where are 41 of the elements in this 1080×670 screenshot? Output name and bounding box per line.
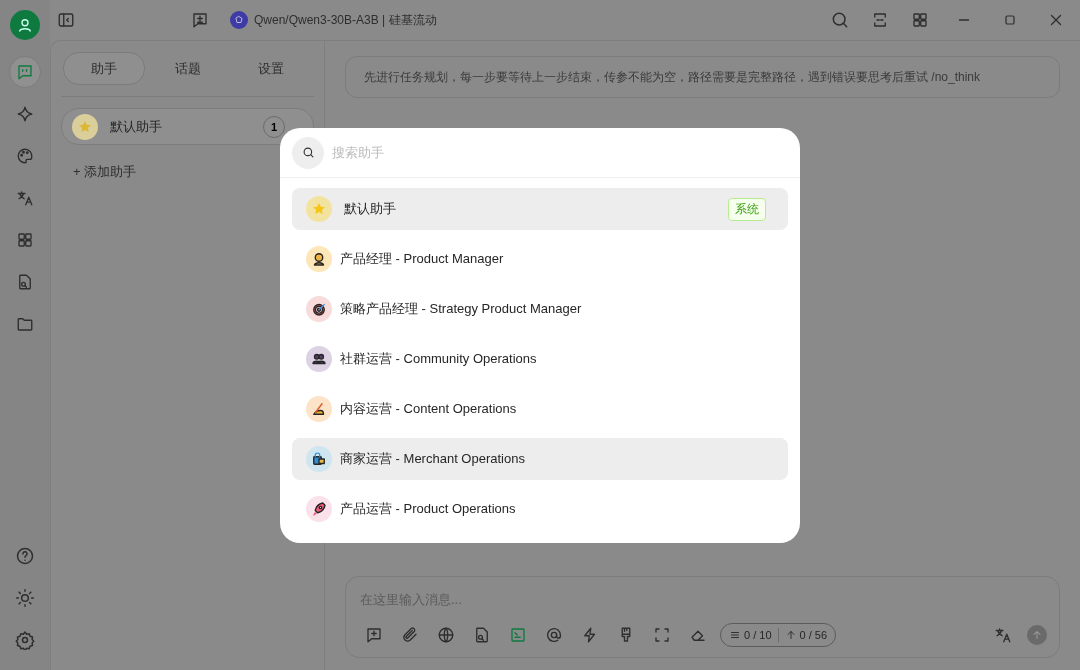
person-icon — [306, 246, 332, 272]
model-logo-icon — [230, 11, 248, 29]
translate-icon — [16, 189, 34, 207]
assistant-option[interactable]: 商家运营 - Merchant Operations — [292, 438, 788, 480]
chat-bubble-icon — [16, 63, 34, 81]
system-tag: 系统 — [728, 197, 766, 221]
grid-icon — [16, 231, 34, 249]
assistant-option[interactable]: 产品运营 - Product Operations — [292, 488, 788, 530]
target-icon — [306, 296, 332, 322]
help-icon[interactable] — [15, 546, 35, 566]
token-count: 0 / 56 — [799, 629, 828, 641]
pencil-icon — [306, 396, 332, 422]
sun-icon[interactable] — [15, 588, 35, 608]
panel-tab[interactable]: 助手 — [63, 52, 145, 85]
system-prompt-bar[interactable]: 先进行任务规划，每一步要等待上一步结束，传参不能为空，路径需要是完整路径，遇到错误要思考后重试 /no_think — [345, 56, 1060, 98]
arrow-up-icon — [1030, 628, 1044, 642]
assistant-option[interactable]: 内容运营 - Content Operations — [292, 388, 788, 430]
knowledge-count: 0 / 10 — [744, 629, 772, 641]
sparkle-icon — [16, 105, 34, 123]
assistant-item[interactable]: 默认助手 1 — [61, 108, 314, 145]
assistant-name: 默认助手 — [110, 117, 162, 136]
arrow-up-icon — [784, 629, 797, 641]
list-icon — [729, 629, 741, 641]
search-icon — [292, 136, 324, 169]
shopping-bag-icon — [306, 446, 332, 472]
assistant-option[interactable]: 社群运营 - Community Operations — [292, 338, 788, 380]
panel-tab[interactable]: 话题 — [146, 52, 229, 85]
palette-icon — [16, 147, 34, 165]
assistant-option[interactable]: 默认助手 系统 — [292, 188, 788, 230]
model-name[interactable]: Qwen/Qwen3-30B-A3B | 硅基流动 — [254, 11, 437, 29]
assistant-option[interactable]: 策略产品经理 - Strategy Product Manager — [292, 288, 788, 330]
group-icon — [306, 346, 332, 372]
rocket-icon — [306, 496, 332, 522]
file-search-icon — [16, 273, 34, 291]
settings-icon[interactable] — [15, 630, 35, 650]
folder-icon — [16, 315, 34, 333]
add-assistant-button[interactable]: + 添加助手 — [61, 163, 149, 181]
assistant-option[interactable]: 产品经理 - Product Manager — [292, 238, 788, 280]
panel-tab[interactable]: 设置 — [230, 52, 312, 85]
user-avatar[interactable] — [10, 10, 40, 40]
search-field[interactable]: 搜索助手 — [330, 144, 788, 161]
